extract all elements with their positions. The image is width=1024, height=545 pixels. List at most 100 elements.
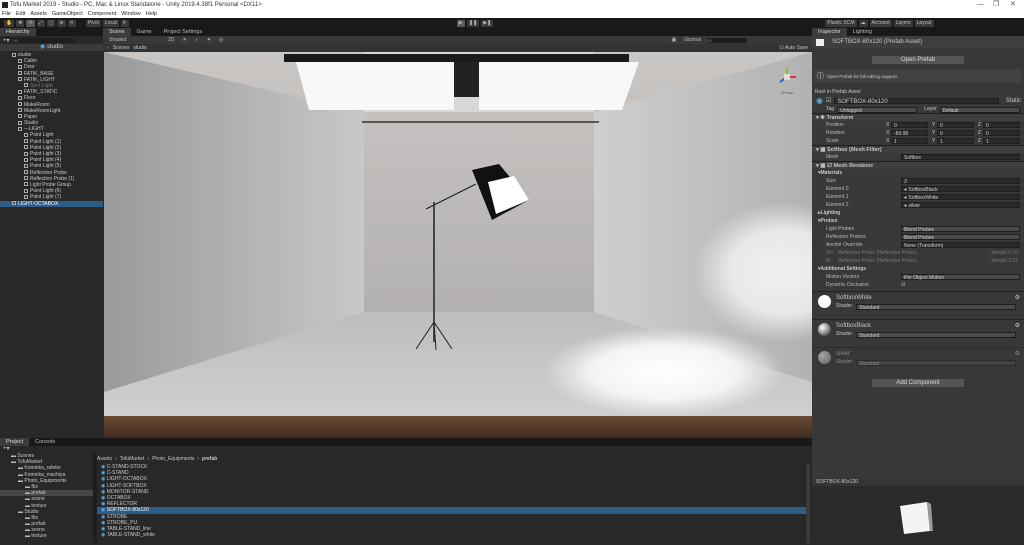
anchor-override-field[interactable]: None (Transform) [901, 242, 1020, 249]
size-field[interactable]: 3 [901, 178, 1020, 185]
tab-inspector[interactable]: Inspector [812, 28, 847, 36]
scene-camera-icon[interactable]: ▣ [669, 36, 679, 44]
move-tool-icon[interactable]: ✥ [16, 19, 25, 27]
close-button[interactable]: ✕ [1010, 0, 1016, 10]
hidden-objects-icon[interactable]: ◎ [217, 36, 226, 44]
custom-tool-icon[interactable]: ✕ [67, 19, 76, 27]
tab-project[interactable]: Project [0, 438, 30, 446]
dynamic-occlusion-checkbox[interactable]: ☑ [901, 281, 905, 289]
lighting-toggle-icon[interactable]: ☀ [180, 36, 189, 44]
add-icon[interactable]: +▾ [3, 37, 10, 44]
audio-toggle-icon[interactable]: ♪ [192, 36, 201, 44]
tab-lighting[interactable]: Lighting [847, 28, 878, 36]
lighting-foldout[interactable]: ▸ Lighting [812, 209, 1024, 217]
tab-project-settings[interactable]: Project Settings [158, 28, 209, 36]
play-button[interactable]: ▶ [456, 19, 465, 27]
material-field[interactable]: ● silver [901, 202, 1020, 209]
light-probes-dropdown[interactable]: Blend Probes [901, 226, 1020, 233]
tag-dropdown[interactable]: Untagged [837, 106, 918, 114]
shader-dropdown[interactable]: Standard [856, 360, 1016, 367]
rotate-tool-icon[interactable]: ⟳ [26, 19, 35, 27]
breadcrumb-item[interactable]: prefab [202, 455, 217, 463]
tab-hierarchy[interactable]: Hierarchy [0, 28, 36, 36]
project-add-icon[interactable]: +▾ [0, 446, 812, 453]
file-item[interactable]: ◉ TABLE-STAND_white [97, 532, 807, 538]
object-name-field[interactable]: SOFTBOX-80x120 [834, 98, 999, 105]
menu-file[interactable]: File [2, 10, 11, 18]
tab-scene[interactable]: Scene [103, 28, 131, 36]
gizmos-dropdown[interactable]: Gizmos [682, 36, 704, 44]
additional-settings-foldout[interactable]: ▾ Additional Settings [812, 265, 1024, 273]
menu-component[interactable]: Component [88, 10, 116, 18]
grid-snap-icon[interactable]: # [120, 19, 129, 27]
transform-header[interactable]: ▾ ✥ Transform [812, 113, 1024, 121]
open-prefab-button[interactable]: Open Prefab [872, 56, 964, 64]
material-settings-icon[interactable]: ⚙ [1015, 350, 1020, 357]
tab-game[interactable]: Game [131, 28, 158, 36]
menu-edit[interactable]: Edit [16, 10, 25, 18]
step-button[interactable]: ▶❚ [481, 19, 494, 27]
transform-y-field[interactable]: 1 [937, 138, 974, 145]
probes-foldout[interactable]: ▾ Probes [812, 217, 1024, 225]
static-dropdown[interactable]: Static [1006, 98, 1021, 104]
material-field[interactable]: ● SoftboxBlack [901, 186, 1020, 193]
breadcrumb-item[interactable]: TofuMarket [120, 455, 145, 463]
maximize-button[interactable]: ❐ [993, 0, 999, 10]
shader-dropdown[interactable]: Standard [856, 332, 1016, 339]
cloud-icon[interactable]: ☁ [858, 19, 868, 27]
scene-viewport[interactable]: <Persp [104, 52, 812, 440]
effects-toggle-icon[interactable]: ✦ [204, 36, 214, 44]
breadcrumb-item[interactable]: Assets [97, 455, 112, 463]
scene-search-input[interactable] [707, 37, 748, 43]
breadcrumb-scenes[interactable]: Scenes [113, 45, 130, 51]
mesh-field[interactable]: Softbox [901, 154, 1020, 161]
transform-z-field[interactable]: 0 [983, 130, 1020, 137]
2d-toggle[interactable]: 2D [166, 36, 177, 44]
shading-mode-dropdown[interactable]: Shaded [107, 36, 162, 44]
layout-dropdown[interactable]: Layout [914, 19, 934, 27]
shader-dropdown[interactable]: Standard [856, 304, 1016, 311]
reflection-probes-dropdown[interactable]: Blend Probes [901, 234, 1020, 241]
materials-foldout[interactable]: ▾ Materials [812, 169, 1024, 177]
transform-z-field[interactable]: 0 [983, 122, 1020, 129]
transform-x-field[interactable]: -89.98 [891, 130, 928, 137]
menu-gameobject[interactable]: GameObject [52, 10, 83, 18]
motion-vectors-dropdown[interactable]: Per Object Motion [901, 274, 1020, 281]
pause-button[interactable]: ❚❚ [466, 19, 480, 27]
transform-x-field[interactable]: 0 [891, 122, 928, 129]
breadcrumb-studio[interactable]: studio [133, 45, 146, 51]
transform-z-field[interactable]: 1 [983, 138, 1020, 145]
minimize-button[interactable]: — [977, 0, 984, 10]
material-settings-icon[interactable]: ⚙ [1015, 322, 1020, 329]
layer-dropdown[interactable]: Default [939, 106, 1021, 114]
material-settings-icon[interactable]: ⚙ [1015, 294, 1020, 301]
hierarchy-item[interactable]: LIGHT-OCTABOX [0, 200, 103, 207]
mesh-filter-header[interactable]: ▾ ▦ Softbox (Mesh Filter) [812, 145, 1024, 153]
hand-tool-icon[interactable]: ✋ [4, 19, 15, 27]
transform-y-field[interactable]: 0 [937, 130, 974, 137]
auto-save-checkbox[interactable]: ☑ [779, 45, 783, 51]
menu-assets[interactable]: Assets [30, 10, 47, 18]
layers-dropdown[interactable]: Layers [893, 19, 913, 27]
menu-help[interactable]: Help [146, 10, 157, 18]
hierarchy-search-input[interactable] [13, 37, 74, 43]
material-field[interactable]: ● SoftboxWhite [901, 194, 1020, 201]
transform-tool-icon[interactable]: ⊕ [57, 19, 66, 27]
mesh-renderer-header[interactable]: ▾ ▦ ☑ Mesh Renderer [812, 161, 1024, 169]
orientation-gizmo[interactable]: <Persp [776, 66, 798, 95]
files-scrollbar[interactable] [806, 464, 810, 543]
scene-header[interactable]: ◉ studio [0, 44, 103, 51]
rect-tool-icon[interactable]: ▢ [46, 19, 56, 27]
persp-label[interactable]: <Persp [776, 90, 798, 95]
scale-tool-icon[interactable]: ⤢ [36, 19, 45, 27]
plastic-scm-button[interactable]: Plastic SCM [825, 19, 857, 27]
active-checkbox[interactable]: ☑ [826, 97, 831, 104]
transform-y-field[interactable]: 0 [937, 122, 974, 129]
add-component-button[interactable]: Add Component [872, 379, 964, 387]
transform-x-field[interactable]: 1 [891, 138, 928, 145]
back-arrow-icon[interactable]: ‹ [107, 45, 109, 51]
local-toggle[interactable]: Local [102, 19, 119, 27]
account-dropdown[interactable]: Account [869, 19, 892, 27]
folder-item[interactable]: ▬ texture [0, 533, 93, 539]
tab-console[interactable]: Console [29, 438, 61, 446]
